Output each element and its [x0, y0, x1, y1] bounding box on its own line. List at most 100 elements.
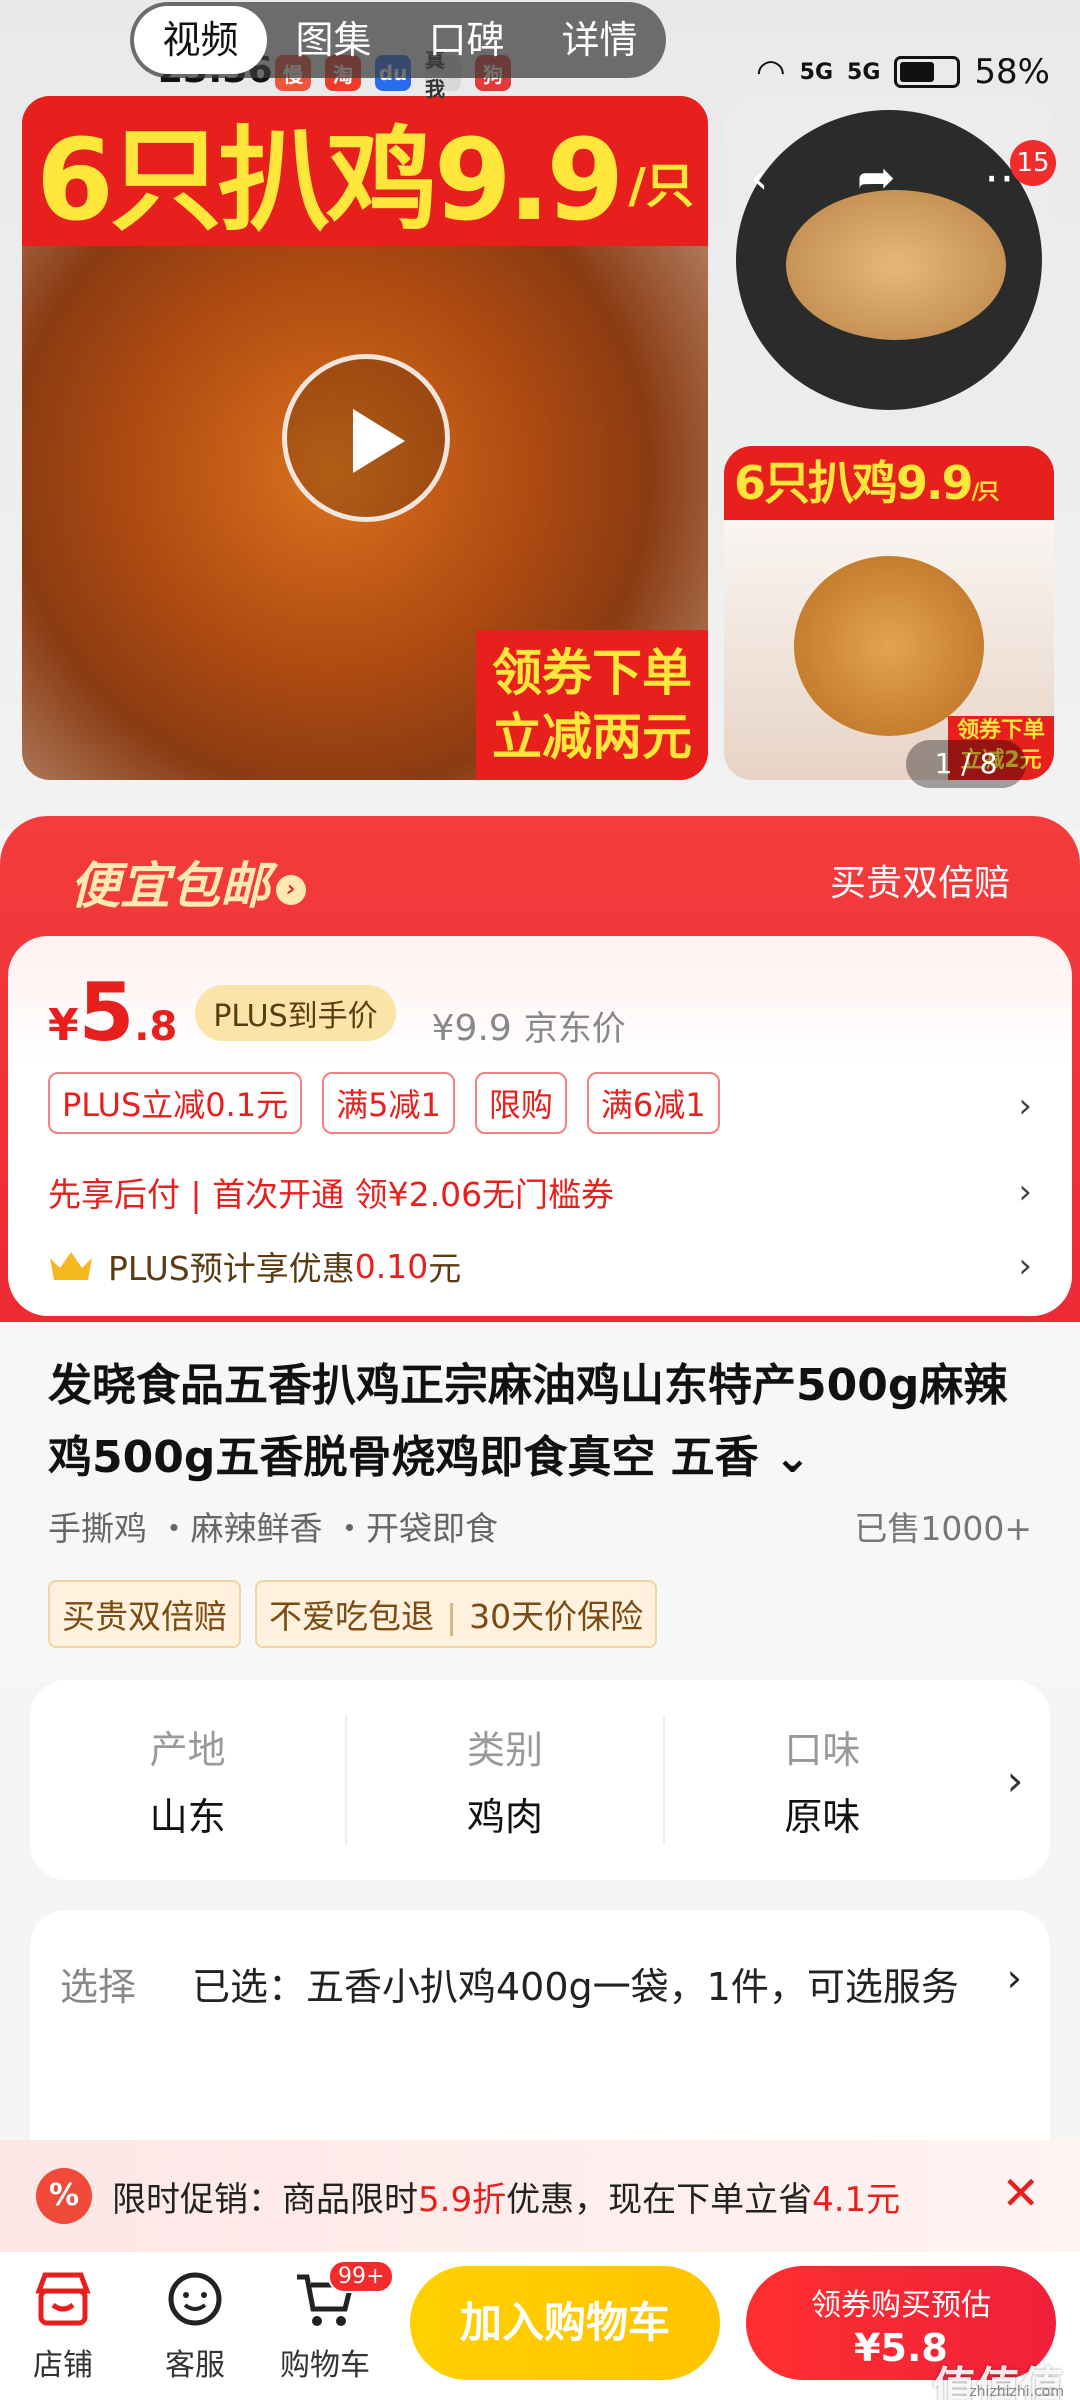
tab-gallery[interactable]: 图集	[267, 6, 400, 74]
image-actions: ‹ ➦ ⋯	[750, 150, 1030, 204]
attribute-flavor: 口味 原味	[665, 1715, 980, 1845]
discount-tag: 满6减1	[586, 1072, 720, 1134]
attribute-value: 鸡肉	[466, 1795, 543, 1839]
attribute-label: 类别	[466, 1728, 543, 1772]
attribute-category: 类别 鸡肉	[347, 1715, 665, 1845]
nav-service[interactable]: 客服	[140, 2266, 250, 2384]
service-tags[interactable]: 买贵双倍赔 不爱吃包退 | 30天价保险	[48, 1580, 658, 1648]
service-tag: 30天价保险	[469, 1597, 644, 1636]
discount-tags[interactable]: PLUS立减0.1元 满5减1 限购 满6减1	[48, 1072, 720, 1134]
plus-saving-unit: 元	[428, 1249, 462, 1288]
nav-service-label: 客服	[165, 2348, 225, 2383]
sold-count: 已售1000+	[854, 1509, 1032, 1548]
message-count-badge: 15	[1010, 140, 1056, 186]
price-section: 便宜包邮 › 买贵双倍赔 ¥ 5 .8 PLUS到手价 ¥9.9 京东价 PLUS…	[0, 816, 1080, 1322]
service-tag: 买贵双倍赔	[48, 1580, 241, 1648]
tab-details[interactable]: 详情	[533, 6, 666, 74]
chevron-right-icon[interactable]: ›	[1018, 1246, 1032, 1286]
service-tag-group: 不爱吃包退 | 30天价保险	[255, 1580, 658, 1648]
chevron-right-icon: ›	[276, 874, 306, 905]
status-indicators: ◠ 5G 5G 58%	[756, 52, 1050, 92]
signal-icon-2: 5G	[847, 59, 881, 85]
attribute-label: 产地	[149, 1728, 226, 1772]
main-product-video[interactable]: 6只扒鸡9.9 /只 领券下单 立减两元	[22, 96, 708, 780]
price-currency: ¥	[48, 1000, 79, 1051]
chevron-right-icon[interactable]: ›	[1018, 1086, 1032, 1126]
attribute-value: 山东	[149, 1795, 226, 1839]
main-coupon-line2: 立减两元	[492, 708, 692, 766]
price-integer: 5	[78, 966, 135, 1059]
tab-video[interactable]: 视频	[134, 6, 267, 74]
promo-bar-discount: 5.9折	[418, 2179, 507, 2220]
site-watermark-url: zhizhizhi.com	[969, 2384, 1064, 2400]
side-banner: 6只扒鸡9.9/只	[724, 446, 1054, 520]
battery-percent: 58%	[974, 52, 1050, 92]
attribute-origin: 产地 山东	[30, 1715, 348, 1845]
plus-saving-label: PLUS预计享优惠	[108, 1249, 355, 1288]
product-gallery[interactable]: 6只扒鸡9.9 /只 领券下单 立减两元 ‹ ➦ ⋯ 15 6只扒鸡9.9/只 …	[0, 0, 1080, 830]
product-features: 手撕鸡 ・麻辣鲜香 ・开袋即食	[48, 1509, 498, 1548]
price-card: ¥ 5 .8 PLUS到手价 ¥9.9 京东价 PLUS立减0.1元 满5减1 …	[8, 936, 1072, 1316]
discount-tag: 限购	[474, 1072, 567, 1134]
chevron-right-icon[interactable]: ›	[980, 1756, 1050, 1805]
main-banner: 6只扒鸡9.9 /只	[22, 96, 708, 246]
price-line: ¥ 5 .8 PLUS到手价 ¥9.9 京东价	[48, 966, 626, 1059]
nav-store[interactable]: 店铺	[8, 2266, 118, 2384]
original-price: ¥9.9	[431, 1008, 512, 1049]
crown-icon	[50, 1252, 92, 1280]
promo-bar-text: 限时促销：商品限时5.9折优惠，现在下单立省4.1元	[112, 2172, 900, 2221]
promo-title-text: 便宜包邮	[70, 857, 270, 915]
close-icon[interactable]: ✕	[1001, 2166, 1040, 2220]
nav-cart-label: 购物车	[280, 2348, 370, 2383]
pay-later-offer[interactable]: 先享后付 | 首次开通 领¥2.06无门槛券	[48, 1168, 614, 1216]
cart-count-badge: 99+	[328, 2260, 395, 2293]
original-price-label: 京东价	[523, 1009, 626, 1049]
chevron-down-icon[interactable]: ⌄	[774, 1432, 811, 1483]
plus-saving-row[interactable]: PLUS预计享优惠 0.10 元	[48, 1242, 461, 1290]
tab-reviews[interactable]: 口碑	[400, 6, 533, 74]
image-pager: 1 / 8	[906, 740, 1026, 788]
store-icon	[8, 2266, 118, 2332]
chevron-right-icon[interactable]: ›	[1007, 1956, 1022, 2000]
selection-label: 选择	[60, 1965, 137, 2009]
main-coupon-line1: 领券下单	[492, 644, 692, 702]
thumbnail-plate[interactable]	[724, 96, 1054, 426]
promo-bar-middle: 优惠，现在下单立省	[506, 2179, 813, 2220]
promo-bar-saving: 4.1元	[812, 2179, 901, 2220]
share-icon[interactable]: ➦	[857, 150, 896, 204]
plus-price-tag: PLUS到手价	[195, 985, 396, 1041]
selection-card[interactable]: 选择 已选：五香小扒鸡400g一袋，1件，可选服务 ›	[30, 1910, 1050, 2150]
back-icon[interactable]: ‹	[750, 150, 768, 204]
product-title[interactable]: 发晓食品五香扒鸡正宗麻油鸡山东特产500g麻辣鸡500g五香脱骨烧鸡即食真空 五…	[48, 1350, 1038, 1494]
plus-saving-value: 0.10	[354, 1246, 429, 1286]
main-banner-unit: /只	[628, 158, 694, 214]
discount-tag: PLUS立减0.1元	[48, 1072, 303, 1134]
thumbnail-package[interactable]: 6只扒鸡9.9/只 领券下单 立减2元	[724, 446, 1054, 780]
limited-promo-bar[interactable]: % 限时促销：商品限时5.9折优惠，现在下单立省4.1元 ✕	[0, 2140, 1080, 2252]
price-decimal: .8	[134, 1004, 178, 1050]
wifi-icon: ◠	[756, 52, 786, 92]
selection-value: 已选：五香小扒鸡400g一袋，1件，可选服务	[192, 1965, 959, 2009]
side-banner-unit: /只	[971, 480, 1000, 505]
nav-store-label: 店铺	[33, 2348, 93, 2383]
bottom-nav: 店铺 客服 99+ 购物车 加入购物车 领券购买预估 ¥5.8	[0, 2252, 1080, 2400]
add-to-cart-button[interactable]: 加入购物车	[410, 2266, 720, 2380]
discount-tag: 满5减1	[322, 1072, 455, 1134]
percent-icon: %	[36, 2168, 92, 2224]
top-tabs: 视频 图集 口碑 详情	[130, 2, 666, 78]
double-compensation-label[interactable]: 买贵双倍赔	[830, 854, 1010, 906]
chevron-right-icon[interactable]: ›	[1018, 1172, 1032, 1212]
main-coupon-tag: 领券下单 立减两元	[476, 630, 708, 780]
signal-icon: 5G	[799, 59, 834, 85]
product-info: 发晓食品五香扒鸡正宗麻油鸡山东特产500g麻辣鸡500g五香脱骨烧鸡即食真空 五…	[0, 1322, 1080, 1682]
play-icon[interactable]	[282, 354, 450, 522]
attribute-label: 口味	[784, 1728, 861, 1772]
main-banner-text: 6只扒鸡9.9	[36, 116, 624, 246]
promo-title[interactable]: 便宜包邮 ›	[70, 846, 306, 918]
attributes-card[interactable]: 产地 山东 类别 鸡肉 口味 原味 ›	[30, 1680, 1050, 1880]
nav-cart[interactable]: 99+ 购物车	[270, 2260, 395, 2384]
attribute-value: 原味	[784, 1795, 861, 1839]
promo-bar-prefix: 限时促销：商品限时	[112, 2179, 418, 2220]
product-title-text: 发晓食品五香扒鸡正宗麻油鸡山东特产500g麻辣鸡500g五香脱骨烧鸡即食真空 五…	[48, 1360, 1008, 1483]
buy-now-label: 领券购买预估	[811, 2288, 991, 2323]
